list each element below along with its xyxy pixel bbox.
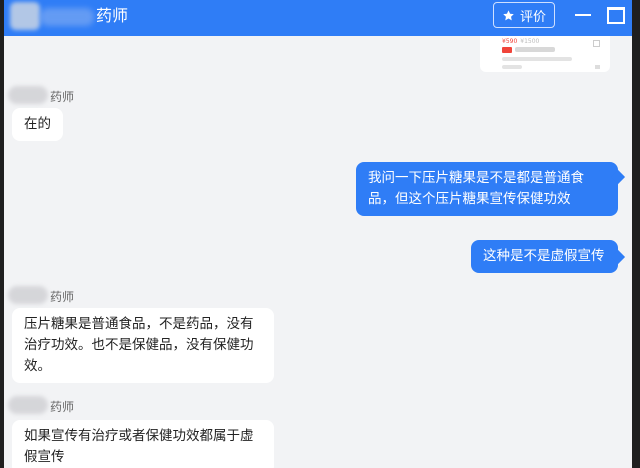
chat-header: 药师 评价 xyxy=(4,0,632,36)
maximize-button[interactable] xyxy=(602,2,628,26)
product-desc-placeholder xyxy=(502,57,572,61)
sender-name: 药师 xyxy=(50,290,75,304)
product-tag xyxy=(502,47,512,53)
message-bubble-outgoing: 这种是不是虚假宣传 xyxy=(471,240,618,273)
rate-button-label: 评价 xyxy=(519,9,546,25)
product-card[interactable]: ¥590 ¥1500 xyxy=(480,36,610,72)
blurred-username xyxy=(40,8,94,26)
message-bubble-incoming: 在的 xyxy=(12,108,63,141)
product-meta-placeholder xyxy=(502,65,522,69)
blurred-avatar xyxy=(8,86,48,104)
minimize-button[interactable] xyxy=(570,2,596,26)
product-action-placeholder xyxy=(595,65,600,69)
message-bubble-incoming: 压片糖果是普通食品，不是药品，没有治疗功效。也不是保健品，没有保健功效。 xyxy=(12,308,274,383)
minimize-icon xyxy=(575,14,591,16)
blurred-avatar xyxy=(8,396,48,414)
copy-icon[interactable] xyxy=(593,40,600,47)
star-icon xyxy=(503,9,514,20)
chat-window: 药师 评价 ¥590 ¥1500 药师 在的 我问一下压片糖果是不是都是普通食品，… xyxy=(4,0,632,468)
message-bubble-incoming: 如果宣传有治疗或者保健功效都属于虚假宣传 xyxy=(12,420,274,468)
product-title-placeholder xyxy=(515,47,555,52)
chat-title: 药师 xyxy=(96,6,129,25)
message-bubble-outgoing: 我问一下压片糖果是不是都是普通食品，但这个压片糖果宣传保健功效 xyxy=(356,162,618,216)
blurred-avatar xyxy=(8,286,48,304)
product-old-price: ¥1500 xyxy=(520,38,540,45)
rate-button[interactable]: 评价 xyxy=(493,2,555,28)
sender-name: 药师 xyxy=(50,400,75,414)
blurred-avatar xyxy=(10,2,40,30)
product-price: ¥590 ¥1500 xyxy=(502,38,540,45)
maximize-icon xyxy=(607,7,625,24)
sender-name: 药师 xyxy=(50,90,75,104)
